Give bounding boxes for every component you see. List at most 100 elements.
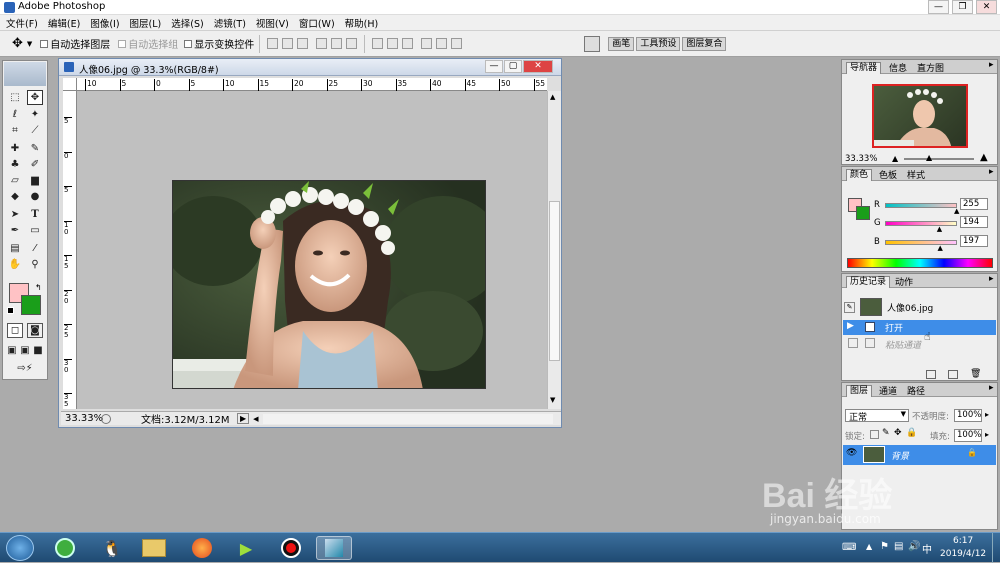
green-slider[interactable] (885, 221, 957, 226)
red-slider[interactable] (885, 203, 957, 208)
portrait-photo[interactable] (172, 180, 486, 389)
menu-edit[interactable]: 编辑(E) (48, 16, 80, 30)
tab-histogram[interactable]: 直方图 (914, 61, 947, 74)
navigator-zoom-slider[interactable] (904, 158, 974, 160)
crop-tool-icon[interactable]: ⌗ (7, 123, 23, 138)
move-tool-icon[interactable]: ✥ (27, 90, 43, 105)
panel-menu-icon[interactable]: ▸ (986, 274, 997, 284)
align-hcenter-icon[interactable] (331, 38, 343, 49)
menu-help[interactable]: 帮助(H) (345, 16, 379, 30)
tray-network-icon[interactable]: ▤ (894, 541, 903, 552)
move-tool-icon[interactable]: ✥ (12, 36, 23, 51)
fill-input[interactable]: 100% (954, 429, 982, 442)
opacity-input[interactable]: 100% (954, 409, 982, 422)
standard-mode-icon[interactable]: ◻ (7, 323, 23, 338)
screen-mode-menu-icon[interactable]: ▣ (18, 343, 32, 358)
snapshot-name[interactable]: 人像06.jpg (887, 301, 933, 314)
blur-tool-icon[interactable]: ◆ (7, 189, 23, 204)
history-item-open[interactable]: ▶ 打开 (843, 320, 996, 335)
blend-mode-select[interactable]: 正常 ▼ (845, 409, 909, 423)
menu-image[interactable]: 图像(I) (90, 16, 119, 30)
lock-all-icon[interactable]: 🔒 (906, 428, 917, 438)
menu-file[interactable]: 文件(F) (6, 16, 38, 30)
hand-tool-icon[interactable]: ✋ (7, 257, 23, 272)
layer-row-background[interactable]: 👁 背景 🔒 (843, 445, 996, 465)
menu-filter[interactable]: 滤镜(T) (214, 16, 246, 30)
brushes-tab[interactable]: 画笔 (608, 36, 635, 51)
taskbar-recorder-icon[interactable] (273, 536, 309, 560)
screen-mode-standard-icon[interactable]: ▣ (5, 343, 19, 358)
scroll-left-icon[interactable]: ◀ (253, 415, 258, 423)
history-brush-icon[interactable]: ✐ (27, 157, 43, 172)
delete-state-icon[interactable]: 🗑 (970, 369, 981, 379)
lasso-tool-icon[interactable]: ℓ (7, 107, 23, 122)
healing-brush-icon[interactable]: ✚ (7, 141, 23, 156)
taskbar-firefox-icon[interactable] (184, 536, 220, 560)
tab-styles[interactable]: 样式 (904, 168, 928, 181)
minimize-button[interactable]: — (928, 0, 949, 14)
eyedropper-icon[interactable]: ⁄ (27, 241, 43, 256)
distribute-left-icon[interactable] (421, 38, 433, 49)
zoom-level[interactable]: 33.33% (65, 413, 103, 424)
menu-layer[interactable]: 图层(L) (130, 16, 162, 30)
status-preview-icon[interactable] (101, 413, 111, 424)
blue-value-input[interactable]: 197 (960, 235, 988, 247)
align-bottom-icon[interactable] (297, 38, 309, 49)
panel-menu-icon[interactable]: ▸ (986, 383, 997, 393)
file-browser-icon[interactable] (584, 35, 601, 52)
layer-name[interactable]: 背景 (891, 449, 909, 462)
distribute-bottom-icon[interactable] (402, 38, 414, 49)
align-right-icon[interactable] (346, 38, 358, 49)
taskbar-photoshop-icon[interactable] (316, 536, 352, 560)
tab-color[interactable]: 颜色 (846, 169, 873, 181)
navigator-zoom-value[interactable]: 33.33% (845, 154, 877, 164)
new-snapshot-icon[interactable] (948, 370, 958, 379)
distribute-right-icon[interactable] (451, 38, 463, 49)
type-tool-icon[interactable]: T (27, 207, 43, 222)
panel-menu-icon[interactable]: ▸ (986, 60, 997, 70)
distribute-top-icon[interactable] (372, 38, 384, 49)
tray-expand-icon[interactable]: ▲ (866, 542, 872, 551)
red-value-input[interactable]: 255 (960, 198, 988, 210)
tab-paths[interactable]: 路径 (904, 384, 928, 397)
horizontal-scrollbar[interactable] (262, 413, 553, 424)
lock-position-icon[interactable]: ✥ (894, 428, 902, 438)
tab-navigator[interactable]: 导航器 (846, 62, 882, 74)
document-title-bar[interactable]: 人像06.jpg @ 33.3%(RGB/8#) — ▢ ✕ (59, 59, 561, 76)
start-button[interactable] (6, 535, 34, 561)
green-slider-thumb[interactable]: ▲ (937, 225, 942, 233)
maximize-button[interactable]: ❐ (952, 0, 973, 14)
shape-tool-icon[interactable]: ▭ (27, 223, 43, 238)
distribute-hcenter-icon[interactable] (436, 38, 448, 49)
tray-keyboard-icon[interactable]: ⌨ (842, 542, 856, 553)
history-checkbox[interactable] (848, 338, 858, 348)
blue-slider[interactable] (885, 240, 957, 245)
background-color-swatch[interactable] (21, 295, 41, 315)
taskbar-media-player-icon[interactable]: ▶ (228, 536, 264, 560)
pen-tool-icon[interactable]: ✒ (7, 223, 23, 238)
tab-actions[interactable]: 动作 (892, 275, 916, 288)
tray-flag-icon[interactable]: ⚑ (880, 541, 889, 552)
tab-history[interactable]: 历史记录 (846, 276, 891, 288)
clone-stamp-icon[interactable]: ♣ (7, 157, 23, 172)
scrollbar-thumb[interactable] (549, 201, 560, 361)
panel-menu-icon[interactable]: ▸ (986, 167, 997, 177)
layer-comps-tab[interactable]: 图层复合 (682, 36, 727, 51)
menu-select[interactable]: 选择(S) (171, 16, 203, 30)
magic-wand-icon[interactable]: ✦ (27, 107, 43, 122)
close-button[interactable]: ✕ (976, 0, 997, 14)
canvas-area[interactable] (77, 91, 547, 409)
tab-layers[interactable]: 图层 (846, 385, 873, 397)
tray-ime-icon[interactable]: 中 (922, 541, 932, 556)
quick-mask-icon[interactable]: ◙ (27, 323, 43, 338)
history-brush-source-icon[interactable]: ✎ (844, 302, 855, 313)
gradient-tool-icon[interactable]: ▆ (27, 173, 43, 188)
ruler-origin[interactable] (63, 78, 77, 91)
menu-window[interactable]: 窗口(W) (299, 16, 335, 30)
screen-mode-full-icon[interactable]: ■ (31, 343, 45, 358)
auto-select-layer-checkbox[interactable] (40, 39, 49, 48)
doc-maximize-button[interactable]: ▢ (504, 60, 522, 73)
snapshot-thumbnail[interactable] (860, 298, 882, 316)
tab-swatches[interactable]: 色板 (876, 168, 900, 181)
taskbar-qq-icon[interactable]: 🐧 (94, 536, 130, 560)
